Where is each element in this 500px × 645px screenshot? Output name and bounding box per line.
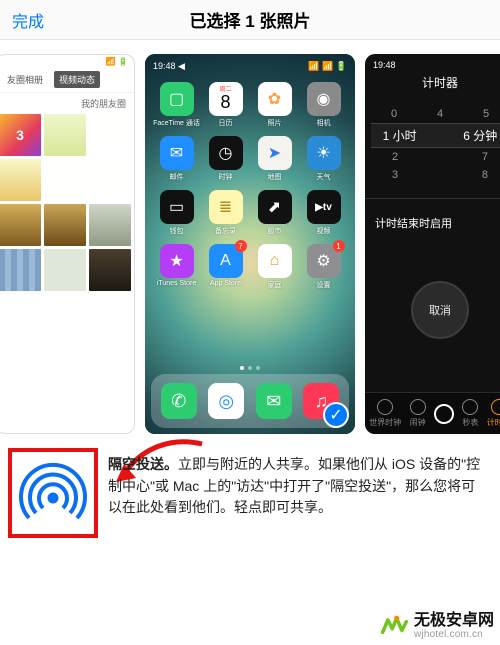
grid-tile — [0, 159, 41, 201]
app-icon-时钟: ◷时钟 — [202, 136, 249, 186]
grid-tile — [89, 204, 131, 246]
cancel-button: 取消 — [411, 281, 469, 339]
app-icon-相机: ◉相机 — [300, 82, 347, 132]
dock-safari-icon: ◎ — [208, 383, 244, 419]
grid-tile — [89, 249, 131, 291]
grid-tile — [44, 204, 86, 246]
statusbar: 📶 🔋 — [0, 55, 134, 69]
status-time: 19:48 ◀ — [153, 61, 185, 72]
airdrop-description: 隔空投送。立即与附近的人共享。如果他们从 iOS 设备的"控制中心"或 Mac … — [108, 448, 486, 519]
thumbnail-moments-screenshot[interactable]: 📶 🔋 友圈相册 视频动态 我的朋友圈 3 — [0, 54, 135, 434]
app-icon-视频: ▶tv视频 — [300, 190, 347, 240]
dock-messages-icon: ✉ — [256, 383, 292, 419]
clock-tabbar: 世界时钟 闹钟 秒表 计时器 — [365, 392, 500, 434]
app-icon-日历: 周二8日历 — [202, 82, 249, 132]
page-indicator — [145, 362, 355, 374]
watermark-domain: wjhotel.com.cn — [414, 630, 494, 641]
statusbar: 19:48 — [365, 54, 500, 70]
app-icon-股市: ⬈股市 — [251, 190, 298, 240]
watermark-name: 无极安卓网 — [414, 613, 494, 630]
photo-carousel[interactable]: 📶 🔋 友圈相册 视频动态 我的朋友圈 3 19:48 ◀ 📶 📶 — [0, 40, 500, 440]
home-app-grid: ▢FaceTime 通话周二8日历✿照片◉相机 ✉邮件◷时钟➤地图☀天气 ▭钱包≣备… — [145, 74, 355, 362]
tab-alarm: 闹钟 — [410, 399, 426, 428]
end-sound-label: 计时结束时启用 — [375, 215, 452, 231]
app-icon-App Store: A7App Store — [202, 244, 249, 294]
tab-world-clock: 世界时钟 — [369, 399, 401, 428]
grid-tile: 3 — [0, 114, 41, 156]
page-title: 已选择 1 张照片 — [190, 7, 311, 32]
app-icon-设置: ⚙1设置 — [300, 244, 347, 294]
watermark-logo-icon — [380, 613, 408, 641]
app-icon-天气: ☀天气 — [300, 136, 347, 186]
app-icon-备忘录: ≣备忘录 — [202, 190, 249, 240]
grid-tile — [44, 249, 86, 291]
grid-tile — [89, 114, 131, 156]
airdrop-row[interactable]: 隔空投送。立即与附近的人共享。如果他们从 iOS 设备的"控制中心"或 Mac … — [8, 448, 486, 538]
app-icon-邮件: ✉邮件 — [153, 136, 200, 186]
app-icon-钱包: ▭钱包 — [153, 190, 200, 240]
time-picker: 045 1 小时6 分钟 27 38 — [365, 105, 500, 184]
tab-record — [434, 404, 454, 424]
tab-video-updates: 视频动态 — [54, 71, 100, 88]
tab-timer: 计时器 — [487, 399, 500, 428]
my-moments-label: 我的朋友圈 — [0, 93, 134, 114]
airdrop-icon — [18, 458, 88, 528]
app-icon-iTunes Store: ★iTunes Store — [153, 244, 200, 294]
tab-moments-album: 友圈相册 — [2, 71, 48, 88]
app-icon-FaceTime 通话: ▢FaceTime 通话 — [153, 82, 200, 132]
grid-tile — [89, 159, 131, 201]
airdrop-title: 隔空投送。 — [108, 456, 178, 472]
tab-stopwatch: 秒表 — [462, 399, 478, 428]
moments-tabs: 友圈相册 视频动态 — [0, 69, 134, 93]
grid-tile — [0, 249, 41, 291]
watermark: 无极安卓网 wjhotel.com.cn — [380, 613, 494, 641]
app-icon-地图: ➤地图 — [251, 136, 298, 186]
status-indicators: 📶 📶 🔋 — [308, 61, 347, 72]
timer-title: 计时器 — [365, 70, 500, 105]
grid-tile — [0, 204, 41, 246]
thumbnail-homescreen-selected[interactable]: 19:48 ◀ 📶 📶 🔋 ▢FaceTime 通话周二8日历✿照片◉相机 ✉邮件… — [145, 54, 355, 434]
dock-phone-icon: ✆ — [161, 383, 197, 419]
picker-selected-row: 1 小时6 分钟 — [371, 123, 500, 148]
statusbar: 19:48 ◀ 📶 📶 🔋 — [145, 54, 355, 74]
share-sheet-header: 完成 已选择 1 张照片 — [0, 0, 500, 40]
moments-photo-grid: 3 — [0, 114, 134, 291]
dock: ✆◎✉♫ — [151, 374, 349, 428]
annotation-highlight-box — [8, 448, 98, 538]
grid-tile — [44, 159, 86, 201]
timer-end-sound-row: 计时结束时启用 › — [365, 198, 500, 231]
grid-tile — [44, 114, 86, 156]
app-icon-照片: ✿照片 — [251, 82, 298, 132]
thumbnail-timer-screenshot[interactable]: 19:48 计时器 045 1 小时6 分钟 27 38 计时结束时启用 › 取… — [365, 54, 500, 434]
done-button[interactable]: 完成 — [12, 8, 44, 32]
app-icon-家庭: ⌂家庭 — [251, 244, 298, 294]
status-time: 19:48 — [373, 60, 396, 70]
selection-checkmark-icon[interactable]: ✓ — [323, 402, 349, 428]
